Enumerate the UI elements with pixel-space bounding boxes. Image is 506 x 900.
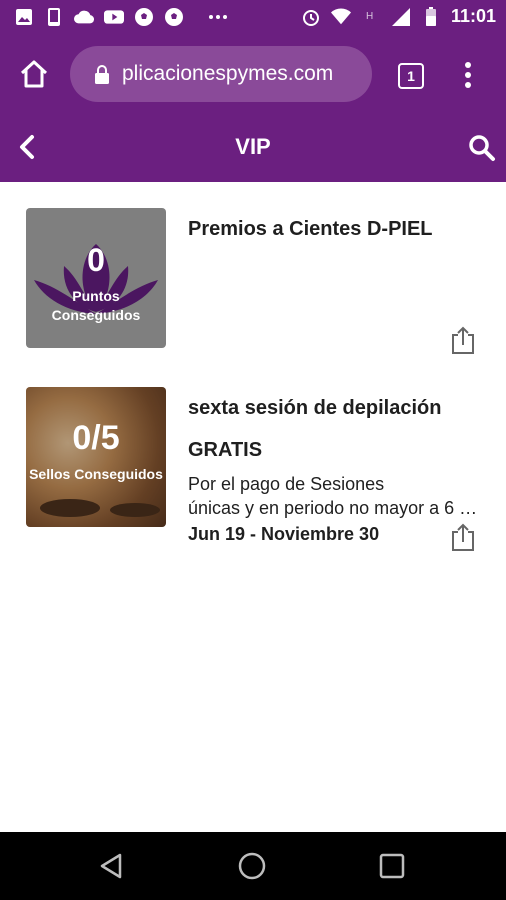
stamps-caption: Sellos Conseguidos <box>29 466 163 482</box>
points-count: 0 <box>87 242 105 278</box>
home-icon[interactable] <box>18 58 50 90</box>
soccer-icon <box>164 7 184 27</box>
reward-card[interactable]: 0 Puntos Conseguidos Premios a Cientes D… <box>26 208 496 354</box>
card-title: sexta sesión de depilación <box>188 397 442 419</box>
page-title: VIP <box>235 134 271 159</box>
stamps-thumbnail: 0/5 Sellos Conseguidos <box>26 387 166 527</box>
search-icon[interactable] <box>468 134 496 162</box>
url-text: plicacionespymes.com <box>122 62 334 85</box>
cloud-icon <box>74 7 94 27</box>
points-thumbnail: 0 Puntos Conseguidos <box>26 208 166 348</box>
card-date: Jun 19 - Noviembre 30 <box>188 524 380 544</box>
signal-icon <box>391 7 411 27</box>
browser-toolbar: plicacionespymes.com 1 <box>0 36 506 112</box>
overflow-menu-icon[interactable] <box>458 60 478 90</box>
description-line: Por el pago de Sesiones <box>188 474 385 494</box>
clock: 11:01 <box>450 6 496 26</box>
soccer-icon <box>134 7 154 27</box>
stamps-count: 0/5 <box>72 419 120 457</box>
tab-switcher-button[interactable]: 1 <box>398 63 424 89</box>
alarm-icon <box>301 7 321 27</box>
h-signal-icon: H <box>361 7 381 27</box>
description-line: únicas y en periodo no mayor a 6 meses <box>188 498 478 518</box>
back-triangle-icon[interactable] <box>96 850 128 882</box>
share-icon[interactable] <box>450 326 476 354</box>
url-bar[interactable]: plicacionespymes.com <box>70 46 372 102</box>
battery-icon <box>421 6 441 27</box>
app-header: VIP <box>0 112 506 182</box>
candle-shape <box>40 499 100 517</box>
candle-shape <box>110 503 160 517</box>
card-title-line2: GRATIS <box>188 439 263 461</box>
recents-square-icon[interactable] <box>376 850 408 882</box>
image-icon <box>14 7 34 27</box>
wifi-icon <box>330 7 351 27</box>
share-icon[interactable] <box>450 523 476 551</box>
lock-icon <box>94 64 110 84</box>
svg-text:H: H <box>366 11 373 22</box>
home-circle-icon[interactable] <box>236 850 268 882</box>
phone-icon <box>44 7 64 27</box>
more-icon <box>208 7 228 27</box>
points-caption-line2: Conseguidos <box>51 307 141 323</box>
status-bar: H 11:01 <box>0 0 506 36</box>
reward-card[interactable]: 0/5 Sellos Conseguidos sexta sesión de d… <box>26 387 496 557</box>
system-nav-bar <box>0 832 506 900</box>
card-title: Premios a Cientes D-PIEL <box>188 218 433 240</box>
youtube-icon <box>104 7 124 27</box>
card-description: Por el pago de Sesiones únicas y en peri… <box>188 472 478 520</box>
points-caption-line1: Puntos <box>72 288 120 304</box>
